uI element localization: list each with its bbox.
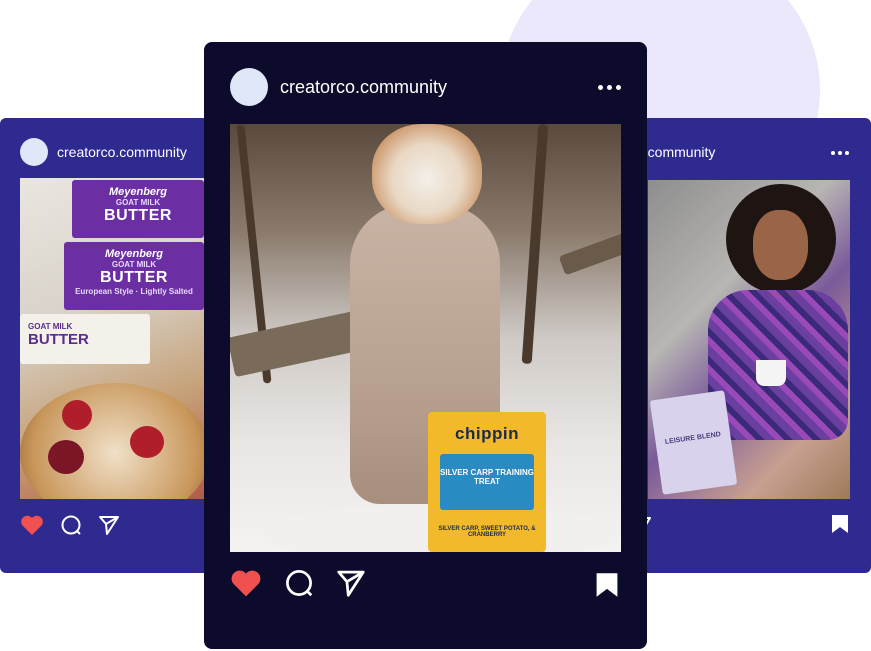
berry xyxy=(130,426,164,458)
product-line: GOAT MILK xyxy=(115,198,161,207)
log xyxy=(558,232,621,276)
heart-icon[interactable] xyxy=(230,568,262,598)
post-actions xyxy=(20,514,120,536)
post-image[interactable]: LEISURE BLEND xyxy=(648,180,850,499)
dog-head xyxy=(372,124,482,224)
product-box: Meyenberg GOAT MILK BUTTER xyxy=(72,180,204,238)
post-image[interactable]: Meyenberg GOAT MILK BUTTER Meyenberg GOA… xyxy=(20,178,204,499)
post-actions xyxy=(230,568,366,598)
more-horizontal-icon[interactable] xyxy=(598,85,621,90)
berry xyxy=(48,440,84,474)
product-name: BUTTER xyxy=(100,269,168,286)
bag-product-line: SILVER CARP TRAINING TREAT xyxy=(440,468,534,486)
butter-wrapper: GOAT MILK BUTTER xyxy=(20,314,150,364)
heart-icon[interactable] xyxy=(20,514,44,536)
comment-icon[interactable] xyxy=(284,568,314,598)
product-line: GOAT MILK xyxy=(111,260,157,269)
berry xyxy=(62,400,92,430)
post-card-center: creatorco.community chippin SILVER CARP … xyxy=(204,42,647,649)
more-horizontal-icon[interactable] xyxy=(831,151,849,155)
avatar[interactable] xyxy=(20,138,48,166)
send-icon[interactable] xyxy=(336,568,366,598)
post-card-right: o.community LEISURE BLEND xyxy=(610,118,871,573)
product-bag: chippin SILVER CARP TRAINING TREAT SILVE… xyxy=(428,412,546,552)
post-header: o.community xyxy=(610,138,871,166)
account-handle[interactable]: creatorco.community xyxy=(57,144,187,160)
product-box: Meyenberg GOAT MILK BUTTER European Styl… xyxy=(64,242,204,310)
send-icon[interactable] xyxy=(98,514,120,536)
cheese-board xyxy=(20,383,204,499)
avatar[interactable] xyxy=(230,68,268,106)
product-brand: Meyenberg xyxy=(104,248,164,260)
tree-trunk xyxy=(521,124,549,365)
post-header: creatorco.community xyxy=(20,138,187,166)
comment-icon[interactable] xyxy=(60,514,82,536)
bag-subtitle: SILVER CARP, SWEET POTATO, & CRANBERRY xyxy=(438,526,536,538)
bag-brand: chippin xyxy=(455,424,519,443)
pouch-label: LEISURE BLEND xyxy=(664,431,722,446)
product-tagline: European Style · Lightly Salted xyxy=(75,287,193,296)
product-name: BUTTER xyxy=(104,207,172,224)
model-face xyxy=(753,210,808,280)
post-header: creatorco.community xyxy=(230,68,447,106)
product-brand: Meyenberg xyxy=(108,186,168,198)
log xyxy=(230,310,363,378)
account-handle[interactable]: creatorco.community xyxy=(280,77,447,98)
post-image[interactable]: chippin SILVER CARP TRAINING TREAT SILVE… xyxy=(230,124,621,552)
product-pouch: LEISURE BLEND xyxy=(649,390,738,495)
bookmark-icon[interactable] xyxy=(595,572,619,598)
wrapper-name: BUTTER xyxy=(28,331,89,348)
mug xyxy=(756,360,786,386)
bag-label: SILVER CARP TRAINING TREAT xyxy=(440,454,534,510)
account-handle[interactable]: o.community xyxy=(636,144,715,160)
wrapper-line: GOAT MILK xyxy=(28,322,73,331)
bookmark-icon[interactable] xyxy=(831,514,849,534)
